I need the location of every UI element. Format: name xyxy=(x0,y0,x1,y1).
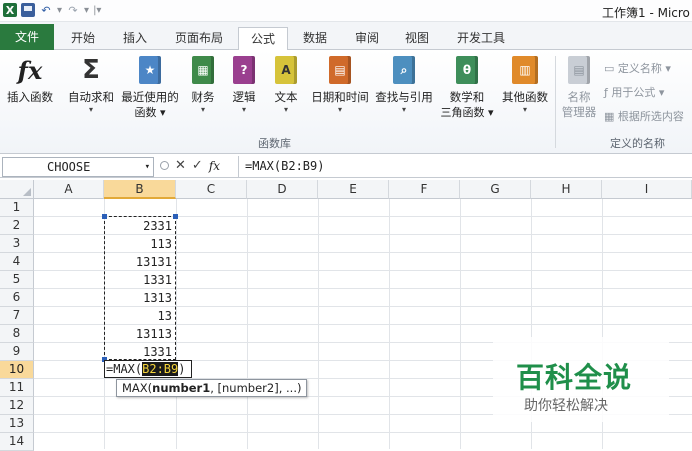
group-label-defined-names: 定义的名称 xyxy=(610,137,665,150)
chevron-down-icon: ▾ xyxy=(522,105,527,114)
financial-book-icon: ▦ xyxy=(187,54,219,86)
row-header[interactable]: 5 xyxy=(0,271,34,289)
cell-b10-editor[interactable]: =MAX(B2:B9) xyxy=(104,360,192,378)
tooltip-current-arg: number1 xyxy=(152,381,211,395)
redo-icon[interactable]: ↷ xyxy=(66,3,80,17)
tab-formulas[interactable]: 公式 xyxy=(238,27,288,51)
title-bar: X ↶ ▾ ↷ ▾ |▾ 工作簿1 - Micro xyxy=(0,0,692,22)
chevron-down-icon[interactable]: ▾ xyxy=(145,158,150,176)
ribbon-tabs: 文件 开始 插入 页面布局 公式 数据 审阅 视图 开发工具 xyxy=(0,22,692,51)
save-icon[interactable] xyxy=(21,3,35,17)
quick-access-toolbar: X ↶ ▾ ↷ ▾ |▾ xyxy=(3,3,101,17)
range-reference: B2:B9 xyxy=(142,362,179,376)
row-header[interactable]: 1 xyxy=(0,199,34,217)
column-header[interactable]: G xyxy=(460,180,531,199)
chevron-down-icon: ▾ xyxy=(200,105,205,114)
create-from-selection-button[interactable]: ▦ 根据所选内容 xyxy=(604,108,684,124)
tab-data[interactable]: 数据 xyxy=(292,27,338,50)
lookup-book-icon: ⌕ xyxy=(388,54,420,86)
column-header[interactable]: I xyxy=(602,180,692,199)
redo-dropdown-icon[interactable]: ▾ xyxy=(84,5,89,16)
range-handle[interactable] xyxy=(102,214,107,219)
define-name-button[interactable]: ▭ 定义名称 ▾ xyxy=(604,60,671,76)
row-header[interactable]: 12 xyxy=(0,397,34,415)
tab-home[interactable]: 开始 xyxy=(60,27,106,50)
column-header[interactable]: D xyxy=(247,180,318,199)
more-functions-books-icon: ▥ xyxy=(509,54,541,86)
select-all-button[interactable] xyxy=(0,180,34,199)
chevron-down-icon: ▾ xyxy=(88,105,93,114)
row-header[interactable]: 7 xyxy=(0,307,34,325)
row-header[interactable]: 3 xyxy=(0,235,34,253)
math-book-icon: θ xyxy=(451,54,483,86)
chevron-down-icon: ▾ xyxy=(337,105,342,114)
tab-file[interactable]: 文件 xyxy=(0,24,54,50)
more-functions-button[interactable]: ▥ 其他函数 ▾ xyxy=(498,54,552,115)
group-separator xyxy=(555,56,556,148)
recently-used-button[interactable]: ★ 最近使用的 函数 ▾ xyxy=(118,54,182,120)
column-header-selected[interactable]: B xyxy=(104,180,176,199)
customize-qat-icon[interactable]: |▾ xyxy=(93,5,101,16)
row-header[interactable]: 8 xyxy=(0,325,34,343)
column-header[interactable]: H xyxy=(531,180,602,199)
tab-review[interactable]: 审阅 xyxy=(344,27,390,50)
window-title: 工作簿1 - Micro xyxy=(602,6,690,20)
insert-function-button[interactable]: fx 插入函数 xyxy=(4,54,56,105)
row-header[interactable]: 13 xyxy=(0,415,34,433)
formula-input[interactable]: =MAX(B2:B9) xyxy=(238,156,692,177)
column-header[interactable]: A xyxy=(34,180,104,199)
formula-bar: CHOOSE ▾ ✕ ✓ fx =MAX(B2:B9) xyxy=(0,156,692,178)
chevron-down-icon: ▾ xyxy=(401,105,406,114)
ribbon-formulas: fx 插入函数 Σ 自动求和 ▾ ★ 最近使用的 函数 ▾ ▦ 财务 ▾ ? 逻… xyxy=(0,50,692,154)
name-manager-icon: ▤ xyxy=(563,54,595,86)
range-handle[interactable] xyxy=(173,214,178,219)
chevron-down-icon: ▾ xyxy=(283,105,288,114)
row-header[interactable]: 9 xyxy=(0,343,34,361)
undo-dropdown-icon[interactable]: ▾ xyxy=(57,5,62,16)
math-trig-button[interactable]: θ 数学和 三角函数 ▾ xyxy=(436,54,498,120)
column-header[interactable]: E xyxy=(318,180,389,199)
cancel-icon[interactable]: ✕ xyxy=(175,158,186,173)
watermark: 百科全说 助你轻松解决 xyxy=(493,337,669,422)
column-header[interactable]: F xyxy=(389,180,460,199)
star-book-icon: ★ xyxy=(134,54,166,86)
tab-developer[interactable]: 开发工具 xyxy=(448,27,514,50)
calendar-book-icon: ▤ xyxy=(324,54,356,86)
row-header-selected[interactable]: 10 xyxy=(0,361,34,379)
tab-insert[interactable]: 插入 xyxy=(112,27,158,50)
resize-handle-icon xyxy=(160,161,169,170)
name-manager-button[interactable]: ▤ 名称 管理器 xyxy=(558,54,600,120)
use-in-formula-button[interactable]: ƒ 用于公式 ▾ xyxy=(604,84,664,100)
tab-page-layout[interactable]: 页面布局 xyxy=(166,27,232,50)
name-box[interactable]: CHOOSE ▾ xyxy=(2,157,154,177)
enter-check-icon[interactable]: ✓ xyxy=(192,158,203,173)
excel-logo-icon[interactable]: X xyxy=(3,3,17,17)
logical-book-icon: ? xyxy=(228,54,260,86)
row-header[interactable]: 6 xyxy=(0,289,34,307)
group-label-function-library: 函数库 xyxy=(258,137,291,150)
row-header[interactable]: 2 xyxy=(0,217,34,235)
lookup-button[interactable]: ⌕ 查找与引用 ▾ xyxy=(372,54,436,115)
text-button[interactable]: A 文本 ▾ xyxy=(268,54,304,115)
fx-icon: fx xyxy=(17,55,43,85)
sigma-icon: Σ xyxy=(82,55,100,85)
insert-function-fx-icon[interactable]: fx xyxy=(209,159,220,173)
function-tooltip[interactable]: MAX(number1, [number2], ...) xyxy=(116,379,308,397)
undo-icon[interactable]: ↶ xyxy=(39,3,53,17)
datetime-button[interactable]: ▤ 日期和时间 ▾ xyxy=(308,54,372,115)
column-header[interactable]: C xyxy=(176,180,247,199)
autosum-button[interactable]: Σ 自动求和 ▾ xyxy=(64,54,118,115)
row-header[interactable]: 14 xyxy=(0,433,34,451)
tab-view[interactable]: 视图 xyxy=(394,27,440,50)
financial-button[interactable]: ▦ 财务 ▾ xyxy=(186,54,220,115)
grid-line xyxy=(34,432,692,433)
range-marquee xyxy=(104,216,176,360)
logical-button[interactable]: ? 逻辑 ▾ xyxy=(226,54,262,115)
text-book-icon: A xyxy=(270,54,302,86)
watermark-title: 百科全说 xyxy=(516,361,633,394)
row-header[interactable]: 4 xyxy=(0,253,34,271)
chevron-down-icon: ▾ xyxy=(241,105,246,114)
watermark-subtitle: 助你轻松解决 xyxy=(524,398,608,414)
row-header[interactable]: 11 xyxy=(0,379,34,397)
